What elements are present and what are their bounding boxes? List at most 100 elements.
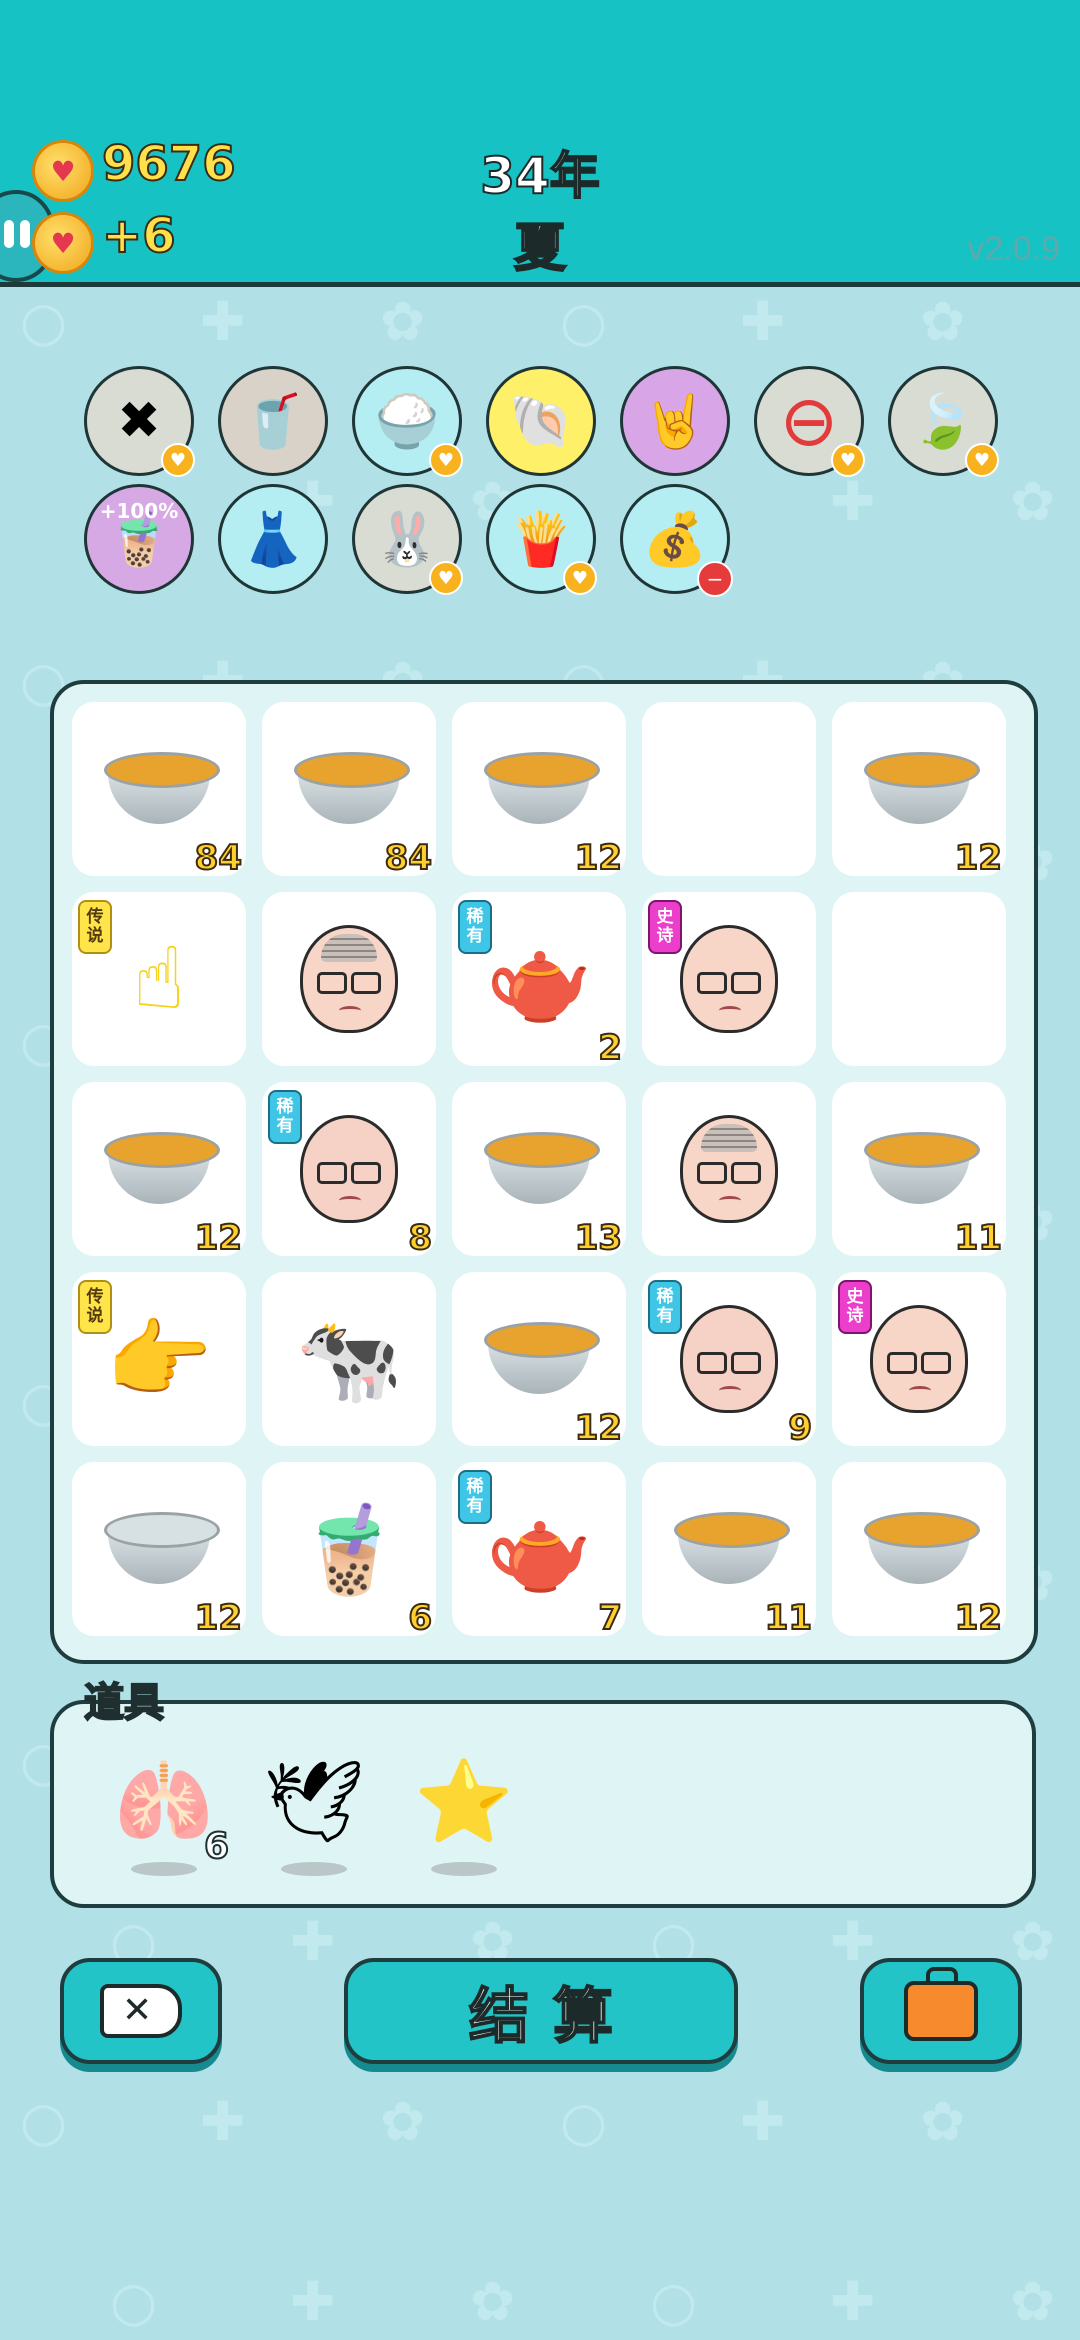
milk-tea-icon: 🧋	[295, 1499, 403, 1600]
heart-badge-icon: ♥	[161, 443, 195, 477]
cell-count: 7	[597, 1597, 623, 1639]
cell-count: 12	[954, 837, 1003, 879]
board-cell[interactable]: 84	[72, 702, 246, 879]
heart-badge-icon: ♥	[831, 443, 865, 477]
board-cell[interactable]: 11	[642, 1462, 816, 1639]
year-label: 34年	[479, 146, 601, 206]
item-shadow	[281, 1862, 347, 1876]
pattern-glyph: ✿	[380, 2090, 426, 2153]
relic-milk-tea-icon[interactable]: 🥤	[218, 366, 328, 476]
cell-count: 12	[574, 837, 623, 879]
money-bag-icon: 💰	[642, 509, 708, 570]
board-cell[interactable]: 🫖 稀有 7	[452, 1462, 626, 1639]
board-cell[interactable]	[832, 892, 1006, 1066]
cell-count: 84	[384, 837, 433, 879]
pattern-glyph: ✿	[1010, 470, 1056, 533]
board-cell[interactable]: 12	[72, 1082, 246, 1259]
relic-shell-icon[interactable]: 🐚	[486, 366, 596, 476]
bald-man-face-icon	[300, 1115, 398, 1223]
board-cell[interactable]: 13	[452, 1082, 626, 1259]
cell-count: 84	[194, 837, 243, 879]
board-cell[interactable]	[262, 892, 436, 1066]
pattern-glyph: ✚	[290, 2270, 336, 2333]
bowl-icon	[104, 1512, 220, 1586]
bowl-icon	[484, 752, 600, 826]
rarity-tag: 传说	[78, 900, 112, 954]
sad-old-man-face-icon	[870, 1305, 968, 1413]
board-cell[interactable]: 稀有 8	[262, 1082, 436, 1259]
board-cell[interactable]: 🐄	[262, 1272, 436, 1446]
heart-badge-icon: ♥	[563, 561, 597, 595]
pattern-glyph: ✿	[380, 290, 426, 353]
relic-money-bag-icon[interactable]: 💰 −	[620, 484, 733, 597]
board-cell[interactable]: 12	[832, 1462, 1006, 1639]
board-cell[interactable]: 12	[452, 702, 626, 879]
cell-count: 12	[574, 1407, 623, 1449]
relic-fries-icon[interactable]: 🍟 ♥	[486, 484, 597, 595]
relic-remove-tag-icon[interactable]: ✖ ♥	[84, 366, 195, 477]
board-cell[interactable]: 👉 传说	[72, 1272, 246, 1446]
fries-icon: 🍟	[508, 509, 574, 570]
relic-rock-hand-icon[interactable]: 🤘	[620, 366, 730, 476]
relic-leaf-icon[interactable]: 🍃 ♥	[888, 366, 999, 477]
board-cell[interactable]: 史诗	[642, 892, 816, 1066]
pattern-glyph: ○	[20, 290, 68, 353]
relic-rabbit-icon[interactable]: 🐰 ♥	[352, 484, 463, 595]
version-label: v2.0.9	[967, 230, 1060, 268]
bowl-icon	[104, 1132, 220, 1206]
board-cell[interactable]: 11	[832, 1082, 1006, 1259]
bowl-icon	[674, 1512, 790, 1586]
cell-count: 12	[954, 1597, 1003, 1639]
rarity-tag: 稀有	[458, 900, 492, 954]
board-cell[interactable]: 12	[832, 702, 1006, 879]
pattern-glyph: ○	[650, 2270, 698, 2333]
rock-hand-icon: 🤘	[642, 391, 708, 452]
board-cell[interactable]: 🧋 6	[262, 1462, 436, 1639]
heart-badge-icon: ♥	[965, 443, 999, 477]
board-cell[interactable]: 稀有 9	[642, 1272, 816, 1449]
pattern-glyph: ✚	[200, 2090, 246, 2153]
bowl-icon	[864, 1132, 980, 1206]
items-title: 道具	[83, 1679, 165, 1727]
no-entry-badge-icon: −	[697, 561, 733, 597]
heart-badge-icon: ♥	[429, 443, 463, 477]
pattern-glyph: ✿	[1010, 1910, 1056, 1973]
white-bird-icon: 🕊	[263, 1755, 365, 1848]
rarity-tag: 传说	[78, 1280, 112, 1334]
cell-count: 11	[954, 1217, 1003, 1259]
cell-count: 13	[574, 1217, 623, 1259]
board-cell[interactable]	[642, 702, 816, 876]
pattern-glyph: ○	[110, 2270, 158, 2333]
board-cell[interactable]: 🫖 稀有 2	[452, 892, 626, 1069]
bowl-icon	[484, 1132, 600, 1206]
skirt-icon: 👗	[240, 509, 306, 570]
rarity-tag: 史诗	[648, 900, 682, 954]
star-icon: ⭐	[414, 1755, 514, 1848]
relic-minus-sign-icon[interactable]: ⊖ ♥	[754, 366, 865, 477]
pattern-glyph: ✿	[1010, 2270, 1056, 2333]
pattern-glyph: ✚	[830, 2270, 876, 2333]
backpack-button[interactable]	[860, 1958, 1022, 2064]
pattern-glyph: ✿	[920, 2090, 966, 2153]
board-cell[interactable]: ☝ 传说	[72, 892, 246, 1066]
bowl-icon	[864, 752, 980, 826]
bowl-icon	[484, 1322, 600, 1396]
remove-button[interactable]: ✕	[60, 1958, 222, 2064]
relic-rice-bowl-icon[interactable]: 🍚 ♥	[352, 366, 463, 477]
item-star-icon[interactable]: ⭐	[414, 1752, 514, 1852]
settle-button[interactable]: 结算	[344, 1958, 738, 2064]
relic-milk-tea-boost-icon[interactable]: 🧋 +100%	[84, 484, 194, 594]
cell-count: 6	[407, 1597, 433, 1639]
board-cell[interactable]: 84	[262, 702, 436, 879]
board-cell[interactable]: 12	[452, 1272, 626, 1449]
season-label: 夏	[513, 218, 567, 280]
item-white-bird-icon[interactable]: 🕊	[263, 1752, 365, 1852]
item-liver-icon[interactable]: 🫁	[114, 1752, 214, 1852]
old-man-face-icon	[680, 1115, 778, 1223]
relic-skirt-icon[interactable]: 👗	[218, 484, 328, 594]
board-cell[interactable]: 史诗	[832, 1272, 1006, 1446]
relic-boost-label: +100%	[99, 499, 179, 523]
pointing-right-hand-icon: 👉	[105, 1309, 213, 1410]
board-cell[interactable]: 12	[72, 1462, 246, 1639]
board-cell[interactable]	[642, 1082, 816, 1256]
